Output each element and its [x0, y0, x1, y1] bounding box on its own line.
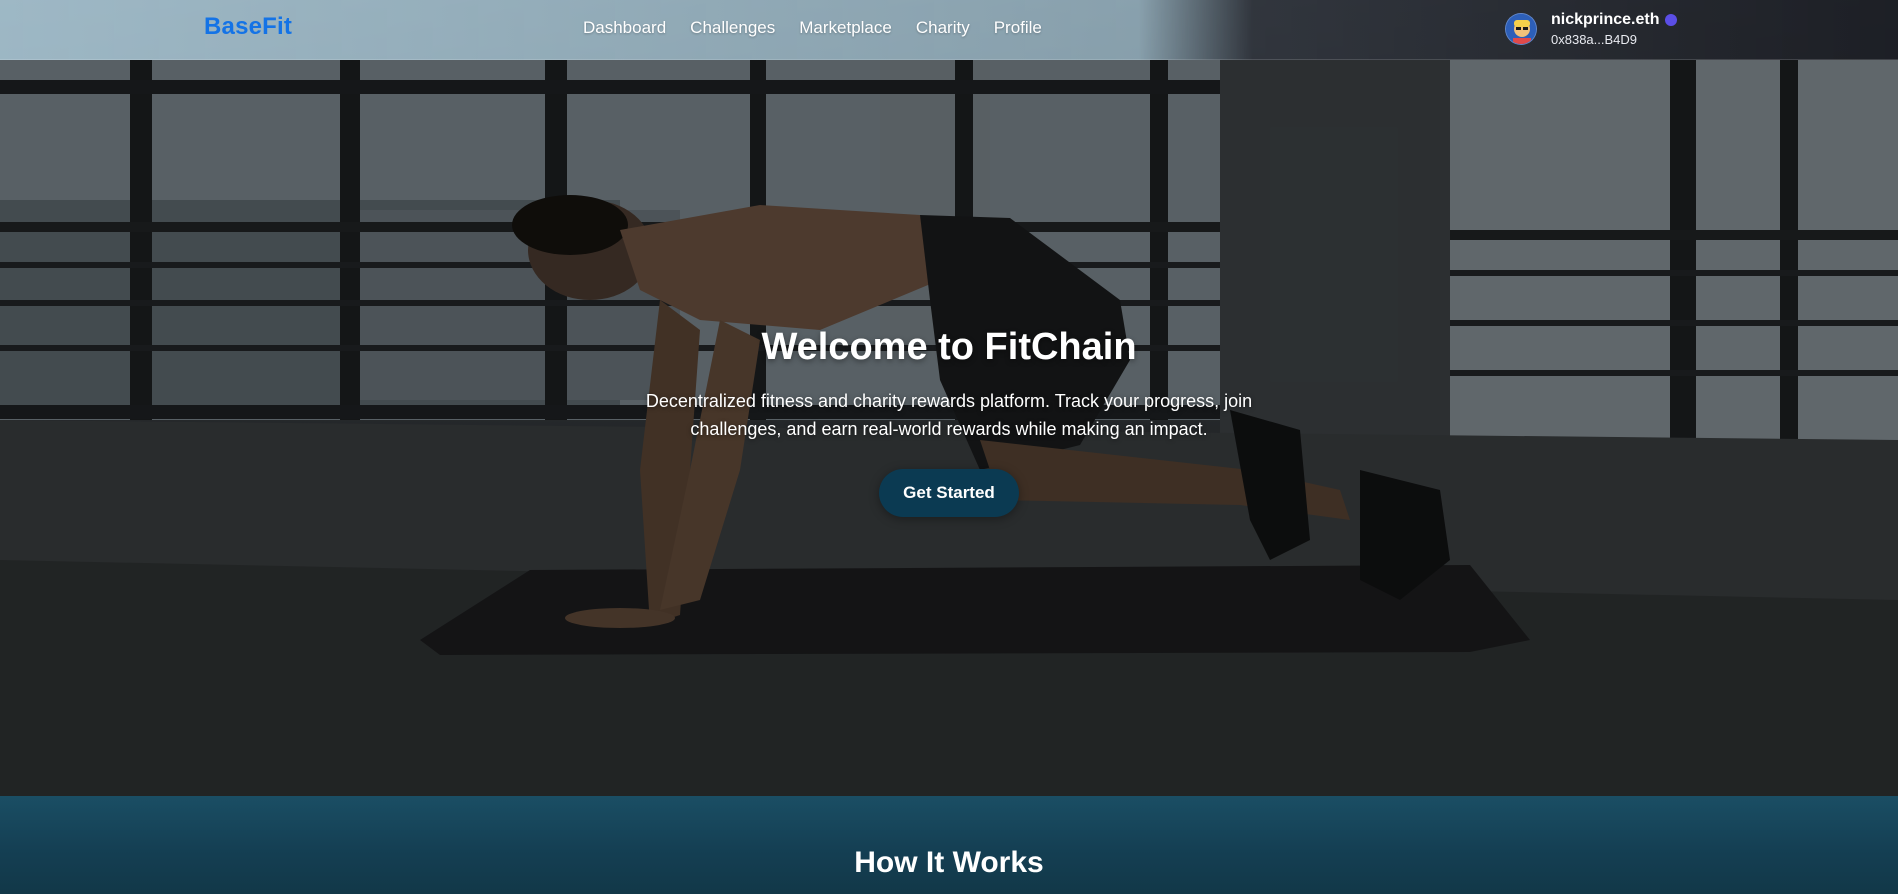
- nav-link-profile[interactable]: Profile: [994, 18, 1042, 38]
- avatar-image: [1506, 14, 1536, 44]
- verified-dot-icon: [1665, 14, 1678, 26]
- profile-name: nickprince.eth: [1551, 11, 1660, 28]
- profile-name-row: nickprince.eth: [1551, 11, 1678, 29]
- hero-content: Welcome to FitChain Decentralized fitnes…: [0, 326, 1898, 517]
- get-started-button[interactable]: Get Started: [879, 469, 1019, 517]
- how-it-works-section: How It Works: [0, 796, 1898, 894]
- avatar-icon[interactable]: [1505, 13, 1537, 45]
- brand-logo[interactable]: BaseFit: [204, 13, 292, 41]
- how-it-works-title: How It Works: [854, 846, 1044, 879]
- hero-subtitle: Decentralized fitness and charity reward…: [645, 391, 1253, 439]
- nav-link-dashboard[interactable]: Dashboard: [583, 18, 666, 38]
- wallet-address: 0x838a...B4D9: [1551, 32, 1638, 47]
- hero-title: Welcome to FitChain: [761, 326, 1137, 368]
- profile-text: nickprince.eth 0x838a...B4D9: [1551, 11, 1678, 47]
- wallet-profile[interactable]: nickprince.eth 0x838a...B4D9: [1505, 11, 1678, 47]
- nav-link-charity[interactable]: Charity: [916, 18, 970, 38]
- nav-link-marketplace[interactable]: Marketplace: [799, 18, 892, 38]
- nav-link-challenges[interactable]: Challenges: [690, 18, 775, 38]
- top-navbar: BaseFit Dashboard Challenges Marketplace…: [0, 0, 1898, 60]
- main-nav: Dashboard Challenges Marketplace Charity…: [583, 18, 1042, 38]
